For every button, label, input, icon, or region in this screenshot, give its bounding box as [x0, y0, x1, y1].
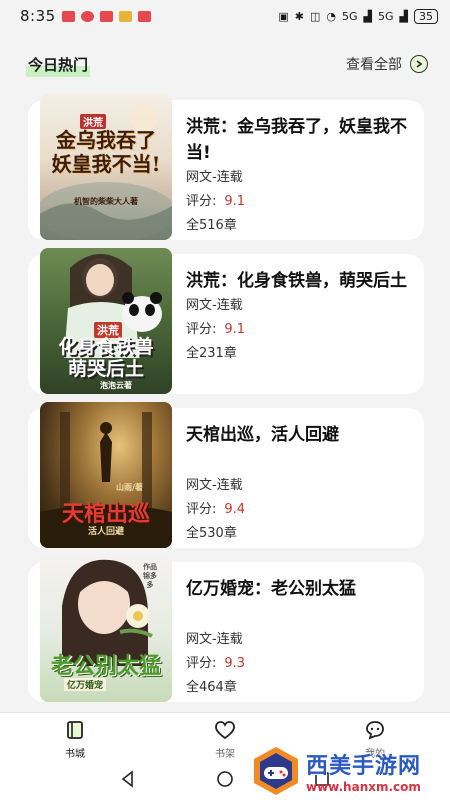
signal-label: 5G — [342, 9, 358, 23]
score-value: 9.1 — [224, 322, 246, 337]
book-title[interactable]: 亿万婚宠：老公别太猛 — [186, 576, 412, 628]
book-card[interactable]: 山雨/著 天棺出巡 活人回避 天棺出巡，活人回避 网文-连载 评分: 9.4 全… — [28, 402, 424, 548]
book-info: 亿万婚宠：老公别太猛 网文-连载 评分: 9.3 全464章 — [186, 576, 412, 700]
back-icon[interactable] — [119, 770, 137, 792]
gamepad-logo-icon — [254, 747, 298, 795]
cover-tag: 活人回避 — [87, 527, 124, 537]
book-title[interactable]: 洪荒：金乌我吞了，妖皇我不当! — [186, 114, 412, 166]
section-title: 今日热门 — [26, 51, 91, 77]
book-chapters: 全464章 — [186, 680, 237, 695]
book-info: 洪荒：化身食铁兽，萌哭后土 网文-连载 评分: 9.1 全231章 — [186, 268, 412, 366]
see-all-button[interactable]: 查看全部 — [346, 54, 428, 74]
signal-icon-2: ▟ — [399, 9, 408, 23]
cover-title: 老公别太猛 — [50, 653, 161, 679]
book-title[interactable]: 天棺出巡，活人回避 — [186, 422, 412, 474]
status-left: 8:35 — [20, 7, 151, 25]
book-card[interactable]: 洪荒 化身食铁兽 萌哭后土 泡泡云著 洪荒：化身食铁兽，萌哭后土 网文-连载 评… — [28, 248, 424, 394]
watermark-text: 西美手游网 www.hanxm.com — [306, 748, 421, 794]
book-title[interactable]: 洪荒：化身食铁兽，萌哭后土 — [186, 268, 412, 294]
notification-icon — [61, 10, 75, 22]
book-card[interactable]: 洪荒 金乌我吞了 妖皇我不当! 机智的柴柴大人著 洪荒：金乌我吞了，妖皇我不当!… — [28, 94, 424, 240]
cover-tag: 亿万婚宠 — [64, 678, 107, 691]
score-label: 评分: — [186, 502, 217, 517]
cover-tag: 洪荒 — [80, 114, 106, 129]
signal-icon: ▟ — [363, 9, 372, 23]
book-category: 网文-连载 — [186, 478, 243, 493]
book-category: 网文-连载 — [186, 170, 243, 185]
book-card[interactable]: 作品 锦多多 老公别太猛 亿万婚宠 亿万婚宠：老公别太猛 网文-连载 评分: 9… — [28, 556, 424, 702]
smile-icon — [364, 719, 386, 741]
nav-label: 书架 — [215, 749, 235, 760]
book-score-row: 评分: 9.4 — [186, 498, 412, 522]
book-cover[interactable]: 山雨/著 天棺出巡 活人回避 — [40, 402, 172, 548]
watermark-title: 西美手游网 — [306, 754, 422, 779]
book-chapters: 全231章 — [186, 346, 237, 361]
cover-author: 山雨/著 — [116, 482, 143, 492]
see-all-label: 查看全部 — [346, 57, 402, 73]
book-chapters: 全530章 — [186, 526, 237, 541]
score-value: 9.4 — [224, 502, 246, 517]
cover-author: 机智的柴柴大人著 — [74, 196, 138, 206]
score-value: 9.1 — [224, 194, 246, 209]
cover-author: 作品 锦多多 — [143, 562, 157, 589]
watermark-url: www.hanxm.com — [306, 780, 421, 794]
cover-title: 金乌我吞了 妖皇我不当! — [51, 128, 161, 176]
chevron-right-icon — [410, 55, 428, 73]
bluetooth-icon: ✱ — [294, 9, 304, 23]
battery-icon: 35 — [414, 8, 438, 24]
notification-icon — [80, 10, 94, 22]
signal-label-2: 5G — [378, 9, 394, 23]
book-category: 网文-连载 — [186, 298, 243, 313]
book-score-row: 评分: 9.3 — [186, 652, 412, 676]
status-right: ▣ ✱ ◫ ◔ 5G ▟ 5G ▟ 35 — [278, 8, 438, 24]
score-label: 评分: — [186, 194, 217, 209]
nav-item-bookstore[interactable]: 书城 — [35, 719, 115, 760]
watermark: 西美手游网 www.hanxm.com — [250, 742, 446, 800]
book-cover[interactable]: 洪荒 化身食铁兽 萌哭后土 泡泡云著 — [40, 248, 172, 394]
cover-author: 泡泡云著 — [100, 380, 132, 390]
score-value: 9.3 — [224, 656, 246, 671]
notification-icon — [99, 10, 113, 22]
book-icon — [64, 719, 86, 741]
book-score-row: 评分: 9.1 — [186, 190, 412, 214]
status-time: 8:35 — [20, 7, 56, 25]
book-cover[interactable]: 洪荒 金乌我吞了 妖皇我不当! 机智的柴柴大人著 — [40, 94, 172, 240]
section-header: 今日热门 查看全部 — [26, 50, 428, 78]
wifi-icon: ◔ — [326, 9, 336, 23]
book-info: 天棺出巡，活人回避 网文-连载 评分: 9.4 全530章 — [186, 422, 412, 546]
heart-icon — [214, 719, 236, 741]
notification-icon — [137, 10, 151, 22]
score-label: 评分: — [186, 322, 217, 337]
book-category: 网文-连载 — [186, 632, 243, 647]
nav-label: 书城 — [65, 749, 85, 760]
nfc-icon: ▣ — [278, 9, 289, 23]
home-icon[interactable] — [216, 770, 234, 792]
book-score-row: 评分: 9.1 — [186, 318, 412, 342]
score-label: 评分: — [186, 656, 217, 671]
book-cover[interactable]: 作品 锦多多 老公别太猛 亿万婚宠 — [40, 556, 172, 702]
notification-icon — [118, 10, 132, 22]
cover-title: 化身食铁兽 萌哭后土 — [58, 336, 154, 380]
status-bar: 8:35 ▣ ✱ ◫ ◔ 5G ▟ 5G ▟ 35 — [0, 0, 450, 32]
mute-icon: ◫ — [309, 9, 321, 23]
book-chapters: 全516章 — [186, 218, 237, 233]
book-info: 洪荒：金乌我吞了，妖皇我不当! 网文-连载 评分: 9.1 全516章 — [186, 114, 412, 238]
